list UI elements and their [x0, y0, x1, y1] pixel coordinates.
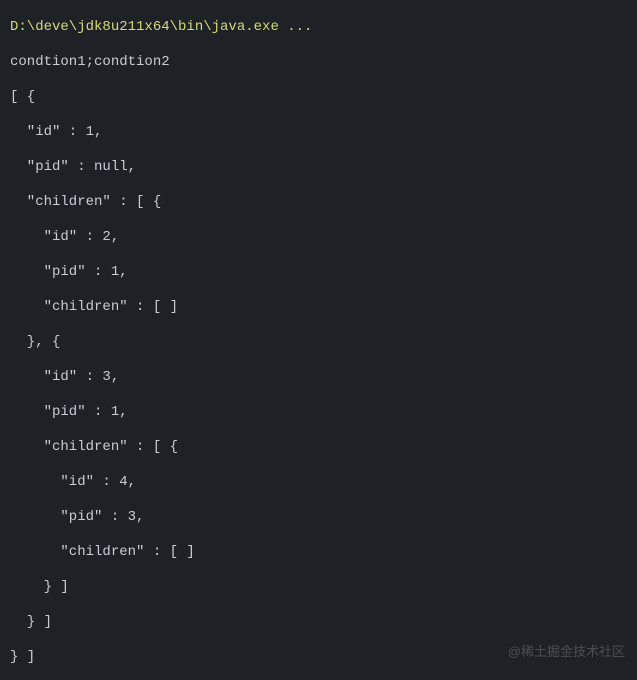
output-line-condition: condtion1;condtion2 — [10, 45, 627, 80]
output-line: "id" : 1, — [10, 115, 627, 150]
output-line: "pid" : 3, — [10, 500, 627, 535]
output-line: }, { — [10, 325, 627, 360]
output-line: "pid" : 1, — [10, 255, 627, 290]
output-line: "id" : 4, — [10, 465, 627, 500]
output-line: } ] — [10, 570, 627, 605]
output-line: [ { — [10, 80, 627, 115]
output-line: "id" : 3, — [10, 360, 627, 395]
output-line: "children" : [ ] — [10, 535, 627, 570]
output-line: "children" : [ ] — [10, 290, 627, 325]
output-line: "children" : [ { — [10, 185, 627, 220]
output-line: "pid" : null, — [10, 150, 627, 185]
command-line: D:\deve\jdk8u211x64\bin\java.exe ... — [10, 10, 627, 45]
watermark: @稀土掘金技术社区 — [508, 636, 625, 669]
output-line: "children" : [ { — [10, 430, 627, 465]
output-line: "pid" : 1, — [10, 395, 627, 430]
output-line: "id" : 2, — [10, 220, 627, 255]
